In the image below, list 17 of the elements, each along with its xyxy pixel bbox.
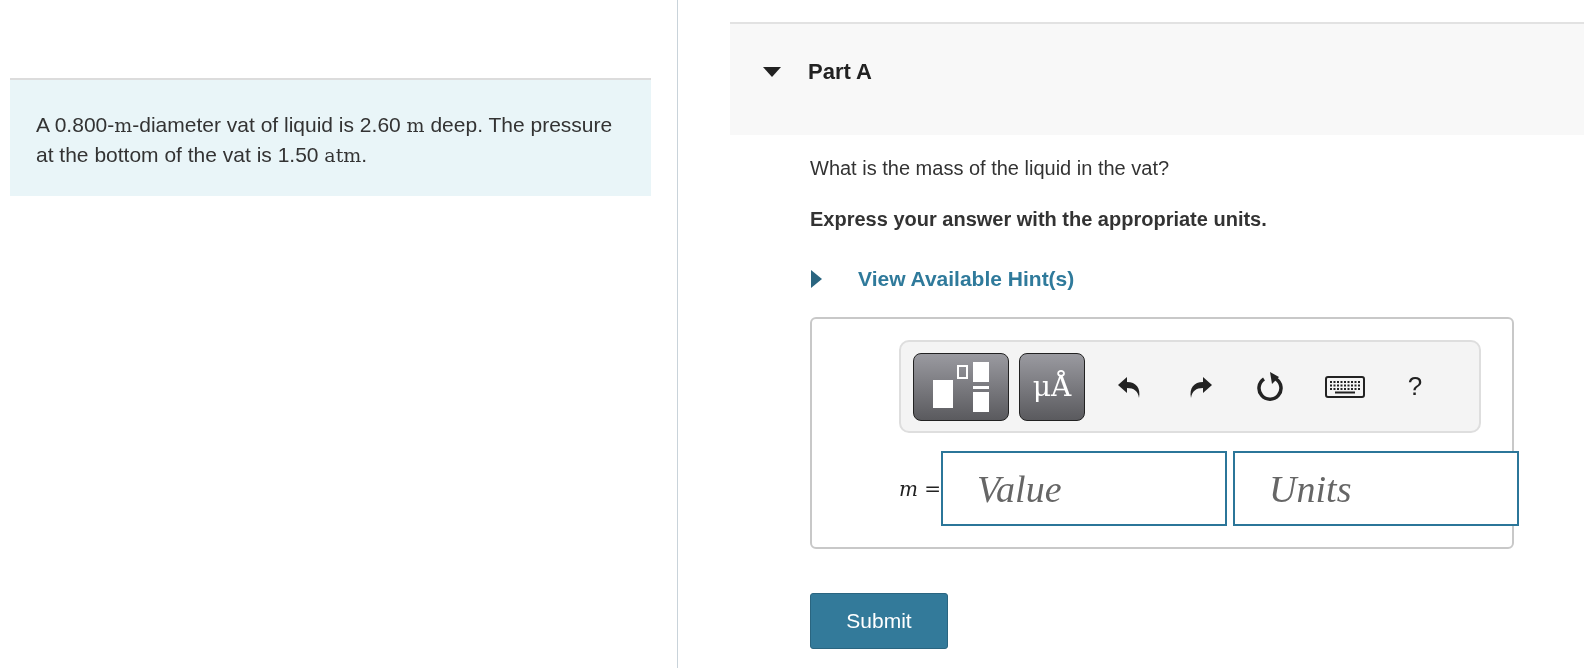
caret-right-icon[interactable]	[810, 269, 824, 289]
submit-button[interactable]: Submit	[810, 593, 948, 649]
templates-button[interactable]	[913, 352, 1009, 421]
part-title: Part A	[808, 58, 872, 85]
keyboard-icon	[1325, 375, 1365, 398]
question-text: What is the mass of the liquid in the vat?	[810, 157, 1171, 180]
part-header[interactable]: Part A	[730, 22, 1584, 135]
value-field[interactable]: Value	[941, 451, 1228, 526]
caret-down-icon[interactable]	[762, 64, 782, 79]
reset-icon	[1255, 370, 1285, 403]
units-field[interactable]: Units	[1233, 451, 1520, 526]
instruction-text: Express your answer with the appropriate units.	[810, 208, 1268, 231]
help-button[interactable]: ?	[1385, 356, 1445, 417]
problem-text: A 0.800-m-diameter vat of liquid is 2.60 m deep. The pressure at the bottom of the vat is 1.50 atm.	[10, 78, 651, 196]
hints-link[interactable]: View Available Hint(s)	[858, 267, 1075, 291]
variable-label: m =	[899, 476, 942, 501]
units-button[interactable]: μÅ	[1019, 352, 1085, 421]
